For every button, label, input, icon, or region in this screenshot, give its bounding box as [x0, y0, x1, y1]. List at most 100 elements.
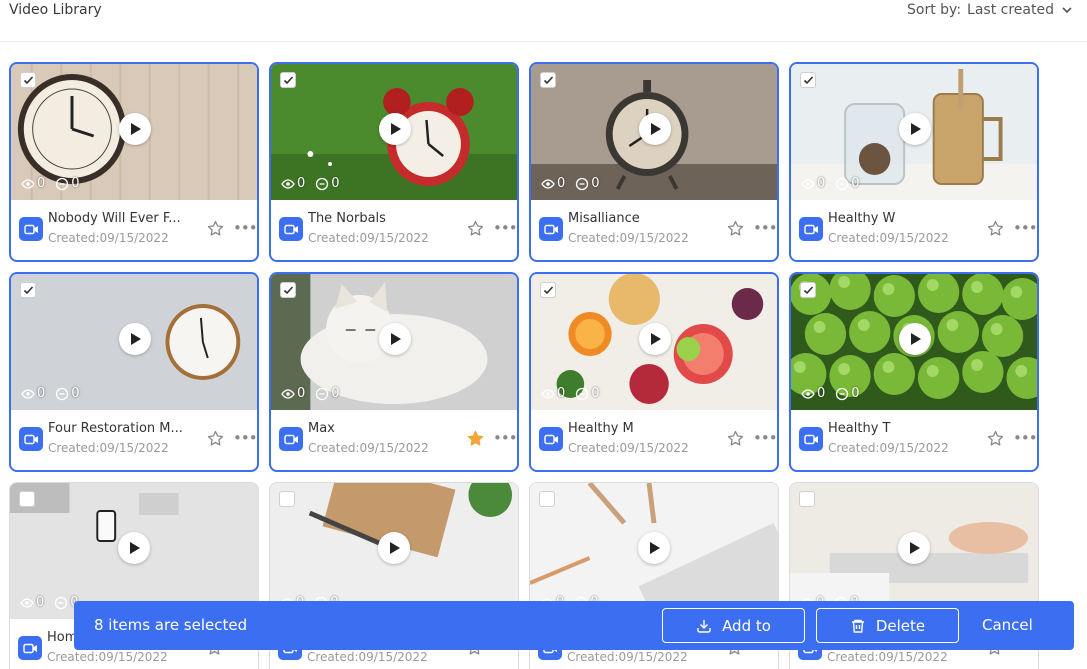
video-thumbnail[interactable]: 0 0: [10, 483, 258, 619]
more-options-icon[interactable]: •••: [233, 429, 257, 447]
more-options-icon[interactable]: •••: [1013, 219, 1037, 237]
more-options-icon[interactable]: •••: [753, 219, 777, 237]
select-checkbox[interactable]: [540, 72, 556, 88]
video-created-date: Created:09/15/2022: [47, 650, 168, 664]
video-title[interactable]: Healthy M: [568, 421, 708, 436]
video-thumbnail[interactable]: 0 0: [271, 274, 517, 410]
video-card[interactable]: 0 0 Nobody Will Ever F... Created:09/15/…: [9, 62, 259, 262]
select-checkbox[interactable]: [19, 491, 35, 507]
select-checkbox[interactable]: [539, 491, 555, 507]
video-thumbnail[interactable]: 0 0: [11, 274, 257, 410]
star-icon[interactable]: [987, 220, 1004, 237]
video-title[interactable]: Healthy W: [828, 211, 968, 226]
video-thumbnail[interactable]: 0 0: [531, 64, 777, 200]
comment-icon: [56, 177, 69, 190]
comment-icon: [576, 177, 589, 190]
video-card[interactable]: 0 0 Misalliance Created:09/15/2022 •••: [529, 62, 779, 262]
video-title[interactable]: Healthy T: [828, 421, 968, 436]
video-card[interactable]: 0 0 Healthy T Created:09/15/2022 •••: [789, 272, 1039, 472]
video-thumbnail[interactable]: 0 0: [791, 64, 1037, 200]
comments-stat: 0: [835, 176, 860, 191]
play-button[interactable]: [118, 532, 150, 564]
select-checkbox[interactable]: [800, 282, 816, 298]
select-checkbox[interactable]: [20, 282, 36, 298]
comments-stat: 0: [575, 386, 600, 401]
play-button[interactable]: [639, 323, 671, 355]
comments-stat: 0: [315, 386, 340, 401]
video-thumbnail[interactable]: 0 0: [11, 64, 257, 200]
video-info: Four Restoration M... Created:09/15/2022…: [11, 410, 257, 470]
star-icon[interactable]: [467, 430, 484, 447]
comments-count: 0: [591, 176, 600, 191]
star-icon[interactable]: [727, 430, 744, 447]
video-card[interactable]: 0 0 Healthy W Created:09/15/2022 •••: [789, 62, 1039, 262]
video-card[interactable]: 0 0 Max Created:09/15/2022 •••: [269, 272, 519, 472]
play-button[interactable]: [379, 323, 411, 355]
cancel-button[interactable]: Cancel: [982, 616, 1033, 634]
comments-count: 0: [331, 386, 340, 401]
star-icon[interactable]: [727, 220, 744, 237]
more-options-icon[interactable]: •••: [233, 219, 257, 237]
video-thumbnail[interactable]: 0 0: [790, 483, 1038, 619]
video-stats: 0 0: [541, 176, 600, 191]
views-count: 0: [36, 595, 45, 610]
more-options-icon[interactable]: •••: [753, 429, 777, 447]
video-info: Nobody Will Ever F... Created:09/15/2022…: [11, 200, 257, 260]
select-checkbox[interactable]: [540, 282, 556, 298]
selection-count: 8 items are selected: [94, 616, 248, 634]
video-card[interactable]: 0 0 Four Restoration M... Created:09/15/…: [9, 272, 259, 472]
video-info: Max Created:09/15/2022 •••: [271, 410, 517, 470]
video-card[interactable]: 0 0 The Norbals Created:09/15/2022 •••: [269, 62, 519, 262]
video-created-date: Created:09/15/2022: [568, 231, 689, 245]
select-checkbox[interactable]: [800, 72, 816, 88]
sort-dropdown[interactable]: Sort by: Last created: [907, 2, 1074, 18]
play-button[interactable]: [899, 323, 931, 355]
play-button[interactable]: [899, 113, 931, 145]
play-button[interactable]: [639, 113, 671, 145]
select-checkbox[interactable]: [280, 72, 296, 88]
star-icon[interactable]: [467, 220, 484, 237]
star-icon[interactable]: [207, 220, 224, 237]
delete-button[interactable]: Delete: [816, 608, 959, 643]
play-button[interactable]: [638, 532, 670, 564]
play-button[interactable]: [119, 113, 151, 145]
more-options-icon[interactable]: •••: [493, 219, 517, 237]
play-button[interactable]: [379, 113, 411, 145]
play-button[interactable]: [378, 532, 410, 564]
star-icon[interactable]: [987, 430, 1004, 447]
select-checkbox[interactable]: [279, 491, 295, 507]
delete-label: Delete: [875, 616, 926, 635]
views-count: 0: [297, 176, 306, 191]
comments-stat: 0: [55, 386, 80, 401]
video-thumbnail[interactable]: 0 0: [791, 274, 1037, 410]
video-thumbnail[interactable]: 0 0: [270, 483, 518, 619]
check-icon: [23, 75, 33, 84]
video-title[interactable]: Misalliance: [568, 211, 708, 226]
comments-stat: 0: [55, 176, 80, 191]
more-options-icon[interactable]: •••: [493, 429, 517, 447]
video-card[interactable]: 0 0 Healthy M Created:09/15/2022 •••: [529, 272, 779, 472]
views-count: 0: [557, 386, 566, 401]
video-title[interactable]: Four Restoration M...: [48, 421, 188, 436]
star-icon[interactable]: [207, 430, 224, 447]
video-title[interactable]: The Norbals: [308, 211, 448, 226]
select-checkbox[interactable]: [799, 491, 815, 507]
play-button[interactable]: [898, 532, 930, 564]
video-title[interactable]: Nobody Will Ever F...: [48, 211, 188, 226]
video-camera-icon: [18, 636, 42, 660]
select-checkbox[interactable]: [20, 72, 36, 88]
video-thumbnail[interactable]: 0 0: [271, 64, 517, 200]
eye-icon: [21, 178, 35, 189]
add-to-button[interactable]: Add to: [662, 608, 805, 643]
views-count: 0: [297, 386, 306, 401]
more-options-icon[interactable]: •••: [1013, 429, 1037, 447]
video-title[interactable]: Max: [308, 421, 448, 436]
video-thumbnail[interactable]: 0 0: [531, 274, 777, 410]
check-icon: [283, 285, 293, 294]
select-checkbox[interactable]: [280, 282, 296, 298]
play-button[interactable]: [119, 323, 151, 355]
views-count: 0: [37, 176, 46, 191]
video-stats: 0 0: [541, 386, 600, 401]
video-thumbnail[interactable]: 0 0: [530, 483, 778, 619]
views-stat: 0: [541, 386, 565, 401]
